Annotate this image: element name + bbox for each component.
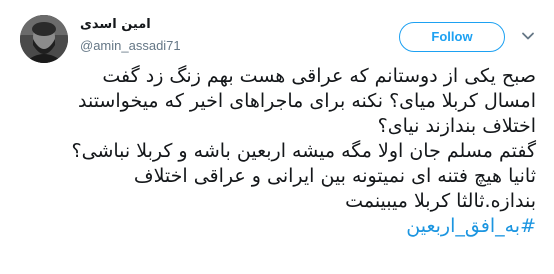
hashtag-link[interactable]: #به_افق_اربعین <box>20 214 536 239</box>
chevron-down-icon[interactable] <box>520 28 536 44</box>
tweet-text-line: ثانیا هیچ فتنه ای نمیتونه بین ایرانی و ع… <box>133 165 536 187</box>
avatar-image <box>20 15 68 63</box>
display-name[interactable]: امین اسدی <box>80 16 300 34</box>
user-info: امین اسدی @amin_assadi71 <box>80 16 300 55</box>
user-handle[interactable]: @amin_assadi71 <box>80 37 300 55</box>
tweet-text-line: امسال کربلا میای؟ نکنه برای ماجراهای اخی… <box>77 90 536 112</box>
tweet-text-line: بندازه.ثالثا کربلا میبینمت <box>345 190 536 212</box>
follow-button[interactable]: Follow <box>399 22 505 52</box>
tweet-card: امین اسدی @amin_assadi71 Follow صبح یکی … <box>0 0 554 274</box>
tweet-text-line: صبح یکی از دوستانم که عراقی هست بهم زنگ … <box>102 65 536 87</box>
avatar[interactable] <box>20 15 68 63</box>
tweet-text-line: گفتم مسلم جان اولا مگه میشه اربعین باشه … <box>71 140 536 162</box>
tweet-text: صبح یکی از دوستانم که عراقی هست بهم زنگ … <box>20 64 536 239</box>
tweet-text-line: اختلاف بندازند نیای؟ <box>377 115 536 137</box>
